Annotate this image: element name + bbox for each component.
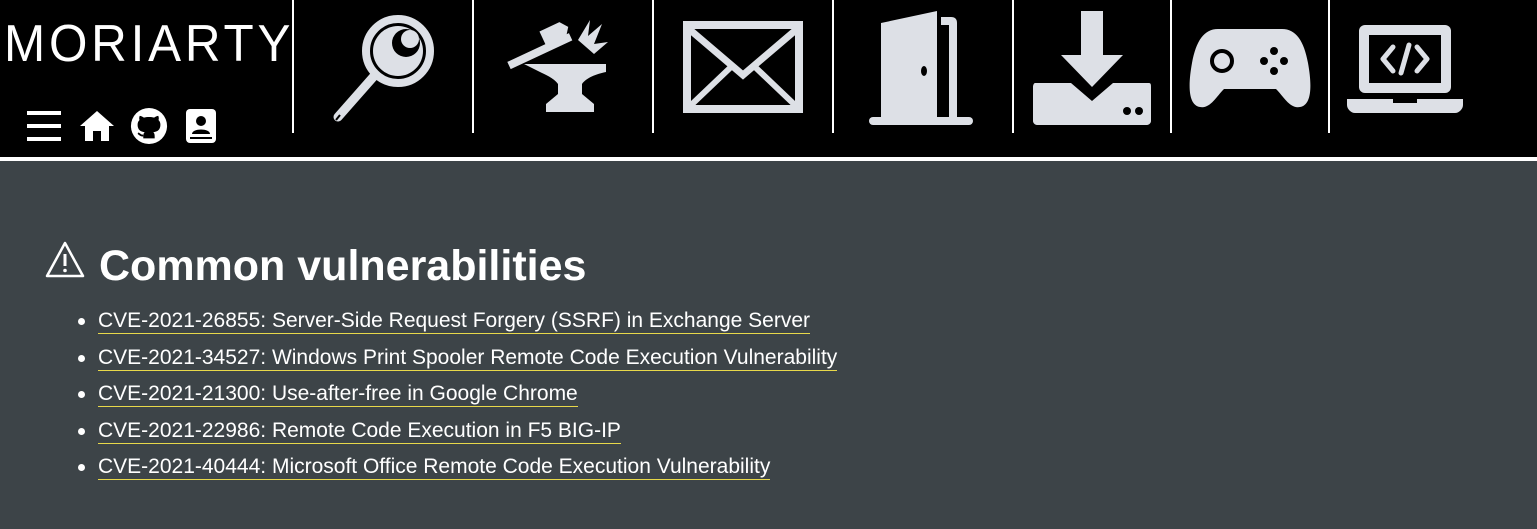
vulnerability-link[interactable]: CVE-2021-40444: Microsoft Office Remote … bbox=[98, 455, 771, 480]
list-item: CVE-2021-40444: Microsoft Office Remote … bbox=[77, 455, 837, 480]
list-item: CVE-2021-34527: Windows Print Spooler Re… bbox=[77, 345, 838, 371]
vulnerability-link[interactable]: CVE-2021-21300: Use-after-free in Google… bbox=[98, 382, 578, 407]
nav-divider bbox=[292, 0, 294, 133]
list-item: CVE-2021-22986: Remote Code Execution in… bbox=[77, 418, 837, 444]
vulnerability-link[interactable]: CVE-2021-34527: Windows Print Spooler Re… bbox=[98, 345, 838, 371]
brand-area: MORIARTY bbox=[0, 0, 292, 157]
vulnerability-list: CVE-2021-26855: Server-Side Request Forg… bbox=[56, 309, 838, 492]
top-navigation-bar: MORIARTY bbox=[0, 0, 1537, 161]
mini-nav bbox=[26, 107, 220, 145]
warning-icon bbox=[45, 241, 85, 278]
laptop-code-icon[interactable] bbox=[1330, 0, 1480, 133]
anvil-hammer-icon[interactable] bbox=[474, 0, 652, 133]
door-icon[interactable] bbox=[834, 0, 1012, 133]
contact-book-icon[interactable] bbox=[182, 107, 220, 145]
section-heading: Common vulnerabilities bbox=[45, 241, 586, 291]
page-title: Common vulnerabilities bbox=[99, 242, 587, 290]
github-icon[interactable] bbox=[130, 107, 168, 145]
gamepad-icon[interactable] bbox=[1172, 0, 1328, 133]
vulnerability-link[interactable]: CVE-2021-22986: Remote Code Execution in… bbox=[98, 418, 621, 444]
list-item: CVE-2021-21300: Use-after-free in Google… bbox=[77, 382, 837, 407]
site-logo[interactable]: MORIARTY bbox=[4, 14, 294, 74]
download-icon[interactable] bbox=[1014, 0, 1170, 133]
magnifying-glass-icon[interactable] bbox=[296, 0, 470, 133]
envelope-icon[interactable] bbox=[654, 0, 832, 133]
main-content: Common vulnerabilities CVE-2021-26855: S… bbox=[0, 161, 1537, 529]
home-icon[interactable] bbox=[78, 107, 116, 145]
list-item: CVE-2021-26855: Server-Side Request Forg… bbox=[77, 309, 837, 334]
vulnerability-link[interactable]: CVE-2021-26855: Server-Side Request Forg… bbox=[98, 309, 810, 334]
menu-icon[interactable] bbox=[26, 107, 64, 145]
